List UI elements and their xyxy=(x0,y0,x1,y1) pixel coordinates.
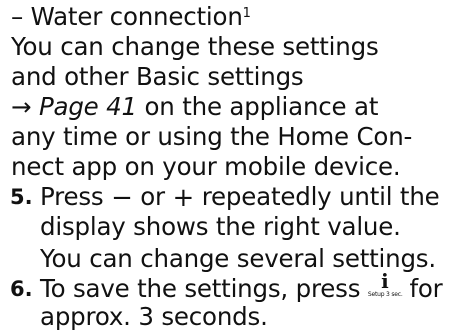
info-glyph: i xyxy=(381,269,389,293)
paragraph-line-3-rest: on the appliance at xyxy=(136,92,379,121)
bullet-water-connection: – Water connection1 xyxy=(11,2,251,32)
step-5-line-2: display shows the right value. xyxy=(40,212,401,241)
plus-icon: + xyxy=(172,183,195,213)
paragraph-line-4: any time or using the Home Con- xyxy=(11,122,413,151)
step-5-or: or xyxy=(132,182,173,211)
footnote-marker: 1 xyxy=(242,6,251,21)
step-5-line-1: Press − or + repeatedly until the xyxy=(40,182,440,212)
paragraph-line-3: → Page 41 on the appliance at xyxy=(11,92,378,122)
step-6-text-before: To save the settings, press xyxy=(40,274,368,303)
step-5-press: Press xyxy=(40,182,112,211)
bullet-dash: – xyxy=(11,2,24,31)
paragraph-line-2: and other Basic settings xyxy=(11,62,304,91)
step-5-result: You can change several settings. xyxy=(40,244,436,273)
paragraph-line-5: nect app on your mobile device. xyxy=(11,152,401,181)
step-6-line-1: To save the settings, press i Setup 3 sec… xyxy=(40,269,443,304)
info-button-caption: Setup 3 sec. xyxy=(367,291,403,298)
step-6-line-2: approx. 3 seconds. xyxy=(40,302,268,331)
step-5-rest: repeatedly until the xyxy=(194,182,440,211)
minus-icon: − xyxy=(111,183,133,213)
step-6-number: 6. xyxy=(10,277,33,301)
bullet-text: Water connection xyxy=(30,2,243,31)
manual-page: – Water connection1 You can change these… xyxy=(0,0,451,331)
cross-reference-arrow: → xyxy=(11,92,32,121)
step-6-text-after: for xyxy=(401,274,443,303)
paragraph-line-1: You can change these settings xyxy=(11,32,379,61)
page-reference-link[interactable]: Page 41 xyxy=(39,92,137,121)
step-5-number: 5. xyxy=(10,185,33,209)
info-setup-button-icon: i Setup 3 sec. xyxy=(367,269,403,300)
